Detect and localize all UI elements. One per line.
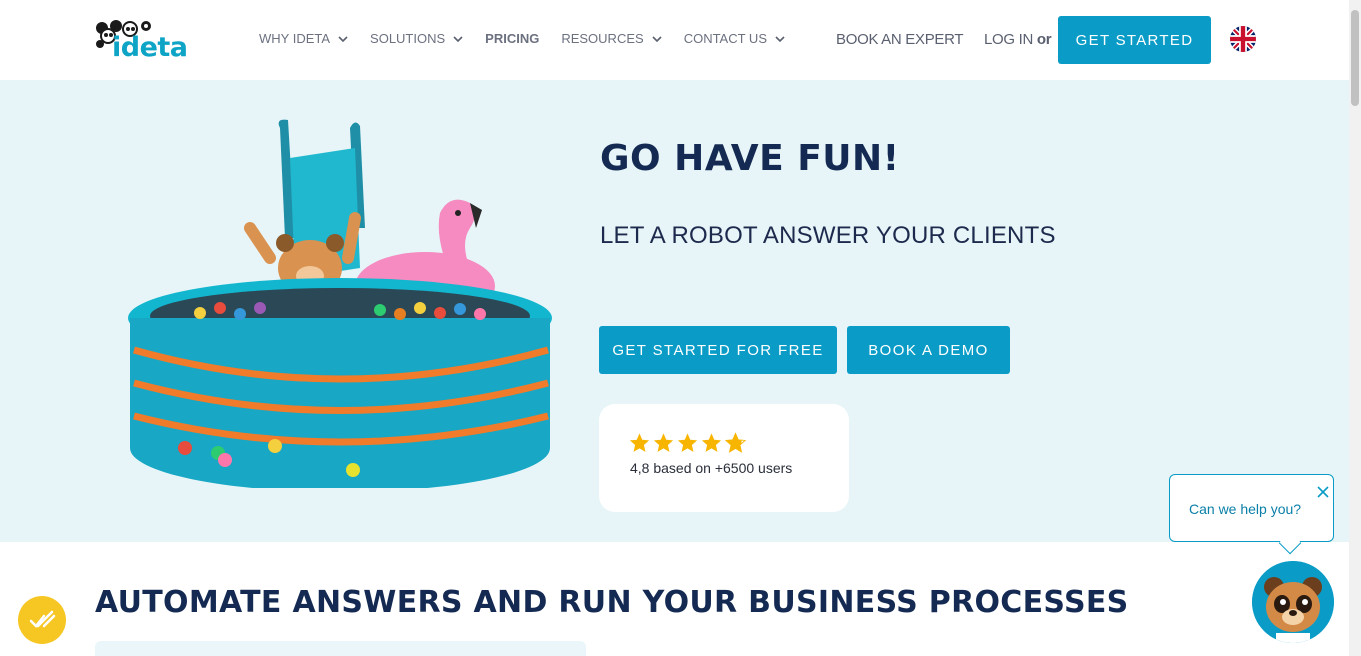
get-started-free-button[interactable]: GET STARTED FOR FREE: [599, 326, 837, 374]
checklist-badge-icon[interactable]: [18, 596, 66, 644]
book-demo-button[interactable]: BOOK A DEMO: [847, 326, 1010, 374]
ideta-logo[interactable]: ideta: [94, 20, 198, 63]
main-nav: WHY IDETA SOLUTIONS PRICING RESOURCES CO…: [259, 31, 807, 46]
book-expert-link[interactable]: BOOK AN EXPERT: [836, 31, 964, 48]
star-icon: [653, 433, 674, 452]
scrollbar-thumb[interactable]: [1351, 10, 1359, 106]
chat-bubble-text: Can we help you?: [1189, 501, 1302, 517]
nav-label: WHY IDETA: [259, 31, 331, 46]
page-scrollbar[interactable]: [1349, 0, 1361, 656]
section-title: AUTOMATE ANSWERS AND RUN YOUR BUSINESS P…: [95, 585, 1129, 620]
bear-mascot-icon: [1252, 561, 1334, 643]
rating-text: 4,8 based on +6500 users: [630, 460, 793, 476]
star-icon: [629, 433, 650, 452]
rating-card: 4,8 based on +6500 users: [599, 404, 849, 512]
hero-title: GO HAVE FUN!: [600, 138, 900, 179]
star-half-icon: [724, 432, 747, 453]
chevron-down-icon: [652, 35, 662, 42]
uk-flag-icon[interactable]: [1230, 26, 1256, 52]
star-icon: [701, 433, 722, 452]
nav-resources[interactable]: RESOURCES: [561, 31, 662, 46]
chat-avatar-button[interactable]: [1252, 561, 1334, 643]
chevron-down-icon: [775, 35, 785, 42]
chat-bubble-tail: [1278, 531, 1302, 555]
chat-bubble[interactable]: Can we help you?: [1169, 474, 1334, 555]
nav-contact-us[interactable]: CONTACT US: [684, 31, 785, 46]
login-link[interactable]: LOG IN: [984, 31, 1033, 48]
nav-label: PRICING: [485, 31, 540, 46]
close-icon[interactable]: [1316, 485, 1330, 499]
get-started-button[interactable]: GET STARTED: [1058, 16, 1211, 64]
nav-label: SOLUTIONS: [370, 31, 446, 46]
nav-label: RESOURCES: [561, 31, 644, 46]
hero-subtitle: LET A ROBOT ANSWER YOUR CLIENTS: [600, 222, 1056, 249]
star-icon: [677, 433, 698, 452]
chevron-down-icon: [338, 35, 348, 42]
nav-solutions[interactable]: SOLUTIONS: [370, 31, 463, 46]
or-label: or: [1036, 31, 1052, 48]
rating-stars: [628, 432, 748, 454]
chevron-down-icon: [453, 35, 463, 42]
section-card: [95, 641, 586, 656]
hero-section: GO HAVE FUN! LET A ROBOT ANSWER YOUR CLI…: [0, 80, 1349, 542]
site-header: ideta WHY IDETA SOLUTIONS PRICING RESOUR…: [0, 0, 1349, 80]
nav-pricing[interactable]: PRICING: [485, 31, 539, 46]
nav-why-ideta[interactable]: WHY IDETA: [259, 31, 348, 46]
nav-label: CONTACT US: [683, 31, 767, 46]
logo-wordmark: ideta: [112, 32, 188, 63]
login-wrap: LOG IN or: [984, 31, 1052, 48]
ball-pit-illustration: [128, 119, 552, 488]
